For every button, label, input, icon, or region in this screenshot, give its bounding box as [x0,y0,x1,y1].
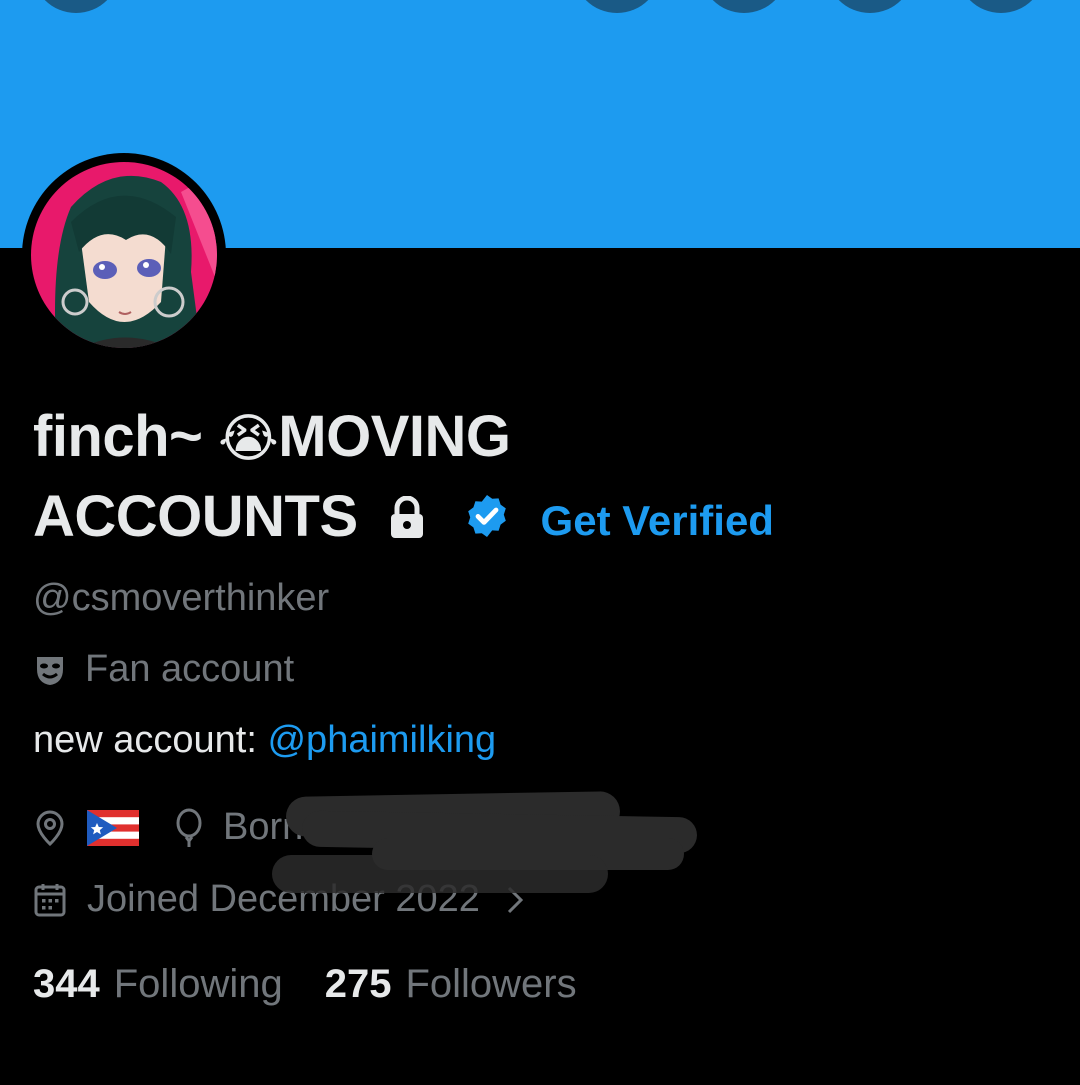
location-pin-icon [33,809,67,847]
avatar-image [31,162,217,348]
display-name-part: ACCOUNTS [33,484,358,549]
puerto-rico-flag-icon [87,809,139,846]
bio-text: new account: [33,719,268,761]
category-label: Fan account [85,648,295,690]
balloon-icon [173,808,205,848]
display-name-part: MOVING [278,404,511,469]
followers-label: Followers [405,962,577,1006]
following-count: 344 [33,962,100,1006]
redaction-mark [272,855,608,893]
lock-icon [387,482,427,560]
get-verified-link[interactable]: Get Verified [541,482,774,560]
display-name-part: finch~ [33,404,219,469]
profile-bio: new account: @phaimilking [33,719,496,762]
username-handle: @csmoverthinker [33,577,330,619]
crying-emoji-icon: 😭 [218,410,279,468]
followers-link[interactable]: 275 Followers [325,962,577,1007]
following-label: Following [113,962,283,1006]
following-link[interactable]: 344 Following [33,962,283,1007]
avatar[interactable] [22,153,226,357]
bio-mention-link[interactable]: @phaimilking [267,719,496,761]
profile-category: Fan account [33,648,294,691]
follow-stats: 344 Following 275 Followers [33,962,577,1007]
calendar-icon [33,882,67,918]
display-name: finch~ 😭MOVING ACCOUNTS Get Verified [33,398,933,560]
followers-count: 275 [324,962,392,1006]
profile-meta-row: Born [33,806,303,849]
theater-masks-icon [33,653,67,687]
verified-badge-icon[interactable] [463,482,511,560]
avatar-illustration [31,162,217,348]
